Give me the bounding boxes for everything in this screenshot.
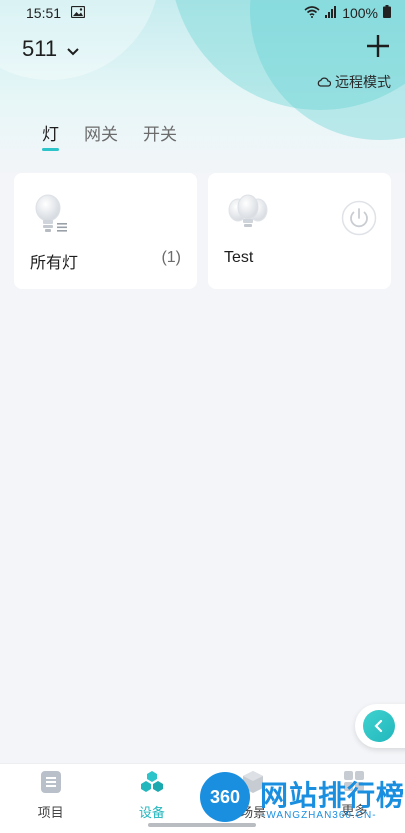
status-bar: 15:51 100% (0, 0, 405, 26)
power-icon[interactable] (341, 200, 377, 236)
nav-label: 更多 (341, 803, 368, 818)
home-indicator (148, 823, 256, 827)
device-card-count: (1) (161, 249, 181, 266)
nav-label: 设备 (138, 805, 165, 820)
gallery-notification-icon (70, 5, 86, 21)
battery-icon (383, 5, 391, 21)
signal-icon (325, 5, 337, 21)
project-icon (40, 770, 62, 799)
more-icon (343, 770, 365, 797)
tab-gateways[interactable]: 网关 (84, 120, 118, 151)
chevron-down-icon (67, 36, 79, 62)
wifi-icon (304, 5, 320, 21)
tab-switches[interactable]: 开关 (143, 120, 177, 151)
devices-icon (140, 770, 164, 799)
device-card-test[interactable]: Test (208, 173, 391, 289)
nav-label: 场景 (240, 805, 267, 820)
nav-item-project[interactable]: 项目 (0, 764, 101, 833)
plus-icon (367, 35, 389, 57)
nav-item-more[interactable]: 更多 (304, 764, 405, 833)
device-card-all-lights[interactable]: 所有灯 (1) (14, 173, 197, 289)
status-time: 15:51 (26, 5, 62, 21)
nav-label: 项目 (37, 805, 64, 820)
bulbs-icon (228, 193, 268, 240)
remote-mode-label: 远程模式 (335, 74, 391, 90)
device-card-name: Test (224, 249, 254, 266)
app-screen: 15:51 100% 511 远程模式 灯 网关 开关 所有灯 (1) Test… (0, 0, 405, 833)
battery-percent: 100% (342, 5, 378, 21)
cloud-icon (317, 74, 332, 90)
add-button[interactable] (364, 32, 392, 60)
project-name: 511 (22, 36, 58, 61)
tab-lights[interactable]: 灯 (42, 120, 59, 151)
device-card-name: 所有灯 (30, 255, 79, 272)
chevron-left-icon (363, 710, 395, 742)
scene-icon (242, 770, 264, 799)
collapse-side-button[interactable] (355, 704, 405, 748)
bulb-group-icon (34, 193, 70, 240)
device-type-tabs: 灯 网关 开关 (42, 120, 177, 151)
remote-mode-button[interactable]: 远程模式 (317, 72, 391, 92)
project-selector[interactable]: 511 (22, 36, 79, 62)
